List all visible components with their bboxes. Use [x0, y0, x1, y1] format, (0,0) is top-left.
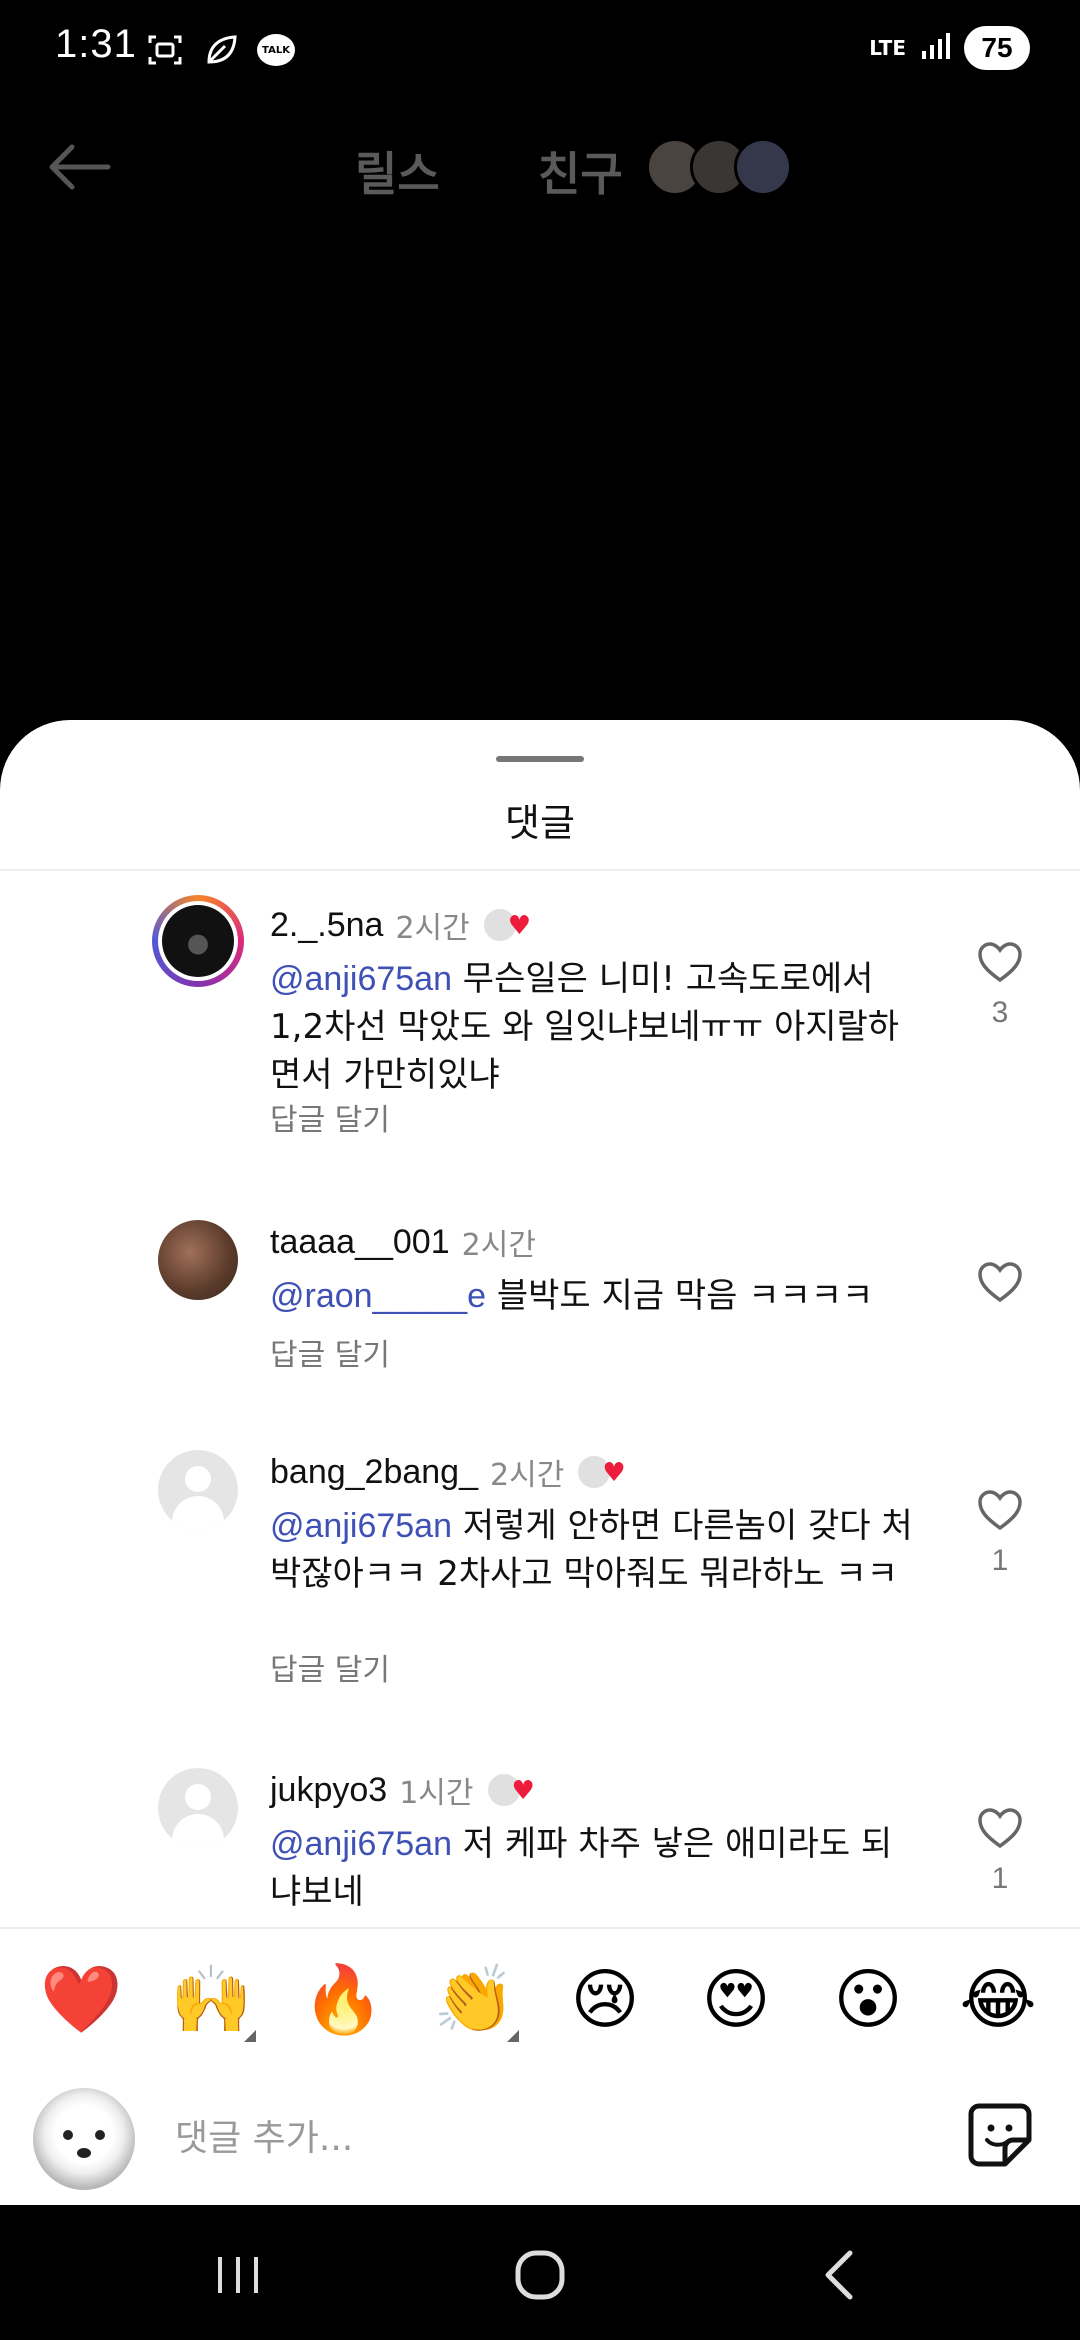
avatar[interactable] — [158, 1450, 238, 1530]
mention-link[interactable]: @anji675an — [270, 1507, 452, 1545]
status-right: LTE 75 — [869, 26, 1030, 70]
heart-outline-icon — [978, 942, 1022, 983]
status-bar: 1:31 TALK LTE 75 — [0, 0, 1080, 110]
mention-link[interactable]: @anji675an — [270, 960, 452, 998]
like-count: 1 — [991, 1862, 1009, 1895]
avatar — [734, 138, 792, 196]
divider — [0, 869, 1080, 871]
my-avatar — [33, 2088, 135, 2190]
lte-icon: LTE — [869, 36, 906, 60]
comment-input-row — [0, 2070, 1080, 2205]
comment-time: 2시간 — [461, 1228, 536, 1263]
comment-username[interactable]: taaaa__001 — [270, 1223, 450, 1262]
comment-meta: taaaa__001 2시간 — [270, 1220, 536, 1264]
emoji-heart-eyes-button[interactable]: 😍 — [696, 1960, 776, 2040]
back-icon[interactable] — [812, 2245, 872, 2305]
comment-username[interactable]: 2._.5na — [270, 906, 383, 945]
skin-tone-indicator — [244, 2030, 256, 2042]
comment-meta: bang_2bang_ 2시간 ♥ — [270, 1450, 632, 1494]
back-arrow-icon[interactable] — [44, 142, 114, 192]
comment-text: @anji675an 저 케파 차주 낳은 애미라도 되냐보네 — [270, 1824, 893, 1912]
leaf-icon — [201, 30, 241, 70]
heart-icon: ♥ — [507, 911, 532, 941]
reply-button[interactable]: 답글 달기 — [270, 1645, 390, 1689]
emoji-laughing-button[interactable]: 😂 — [958, 1960, 1038, 2040]
mention-link[interactable]: @anji675an — [270, 1825, 452, 1863]
comment-time: 2시간 — [490, 1458, 565, 1493]
comment-username[interactable]: jukpyo3 — [270, 1771, 387, 1810]
comment-meta: jukpyo3 1시간 ♥ — [270, 1768, 542, 1812]
comment-input[interactable] — [175, 2110, 875, 2166]
comment-text: @raon_____e 블박도 지금 막음 ㅋㅋㅋㅋ — [270, 1276, 874, 1316]
comments-sheet: 댓글 2._.5na 2시간 ♥ @anji675an 무슨일은 니미! 고속도… — [0, 720, 1080, 2205]
like-button[interactable]: 1 — [970, 1806, 1030, 1896]
avatar[interactable] — [158, 1220, 238, 1300]
mention-link[interactable]: @raon_____e — [270, 1277, 486, 1315]
emoji-surprised-button[interactable]: 😮 — [828, 1960, 908, 2040]
creator-liked-badge: ♥ — [481, 905, 538, 945]
emoji-fire-button[interactable]: 🔥 — [302, 1960, 384, 2040]
emoji-clap-button[interactable]: 👏 — [433, 1960, 519, 2042]
emoji-quick-bar: ❤️ 🙌 🔥 👏 😢 😍 😮 😂 — [0, 1950, 1080, 2070]
comment-time: 2시간 — [395, 911, 470, 946]
comment-text: @anji675an 저렇게 안하면 다른놈이 갖다 처박잖아ㅋㅋ 2차사고 막… — [270, 1506, 913, 1594]
friend-avatars[interactable] — [646, 138, 792, 196]
like-button[interactable]: 1 — [970, 1488, 1030, 1578]
tab-friends[interactable]: 친구 — [538, 138, 623, 204]
divider — [0, 1927, 1080, 1929]
avatar[interactable] — [152, 895, 244, 987]
notification-icons: TALK — [145, 30, 295, 70]
like-button[interactable]: 3 — [970, 940, 1030, 1030]
signal-icon — [920, 31, 950, 65]
like-count: 3 — [991, 996, 1009, 1029]
sheet-title: 댓글 — [505, 801, 575, 845]
heart-icon: ♥ — [602, 1458, 626, 1488]
heart-outline-icon — [978, 1808, 1022, 1849]
sticker-icon[interactable] — [965, 2100, 1035, 2170]
reply-button[interactable]: 답글 달기 — [270, 1330, 390, 1374]
emoji-heart-button[interactable]: ❤️ — [40, 1960, 122, 2040]
emoji-raised-hands-button[interactable]: 🙌 — [170, 1960, 256, 2042]
comment-text: @anji675an 무슨일은 니미! 고속도로에서 1,2차선 막았도 와 일… — [270, 959, 900, 1095]
comment-meta: 2._.5na 2시간 ♥ — [270, 903, 538, 947]
drag-handle[interactable] — [496, 756, 584, 762]
like-button[interactable] — [970, 1260, 1030, 1308]
heart-outline-icon — [978, 1262, 1022, 1303]
heart-outline-icon — [978, 1490, 1022, 1531]
screenshot-icon — [145, 30, 185, 70]
comment-username[interactable]: bang_2bang_ — [270, 1453, 478, 1492]
system-nav-bar — [0, 2205, 1080, 2340]
creator-liked-badge: ♥ — [485, 1770, 542, 1810]
kakaotalk-icon: TALK — [257, 34, 295, 66]
emoji-crying-button[interactable]: 😢 — [565, 1960, 645, 2040]
like-count: 1 — [991, 1544, 1009, 1577]
battery-icon: 75 — [964, 26, 1030, 70]
recent-apps-icon[interactable] — [208, 2245, 268, 2305]
skin-tone-indicator — [507, 2030, 519, 2042]
comment-time: 1시간 — [399, 1776, 474, 1811]
creator-liked-badge: ♥ — [576, 1452, 632, 1492]
reels-top-nav: 릴스 친구 — [0, 110, 1080, 220]
heart-icon: ♥ — [511, 1776, 535, 1806]
home-icon[interactable] — [510, 2245, 570, 2305]
status-time: 1:31 — [55, 22, 137, 66]
reply-button[interactable]: 답글 달기 — [270, 1095, 390, 1139]
avatar[interactable] — [158, 1768, 238, 1848]
tab-reels[interactable]: 릴스 — [355, 138, 440, 204]
